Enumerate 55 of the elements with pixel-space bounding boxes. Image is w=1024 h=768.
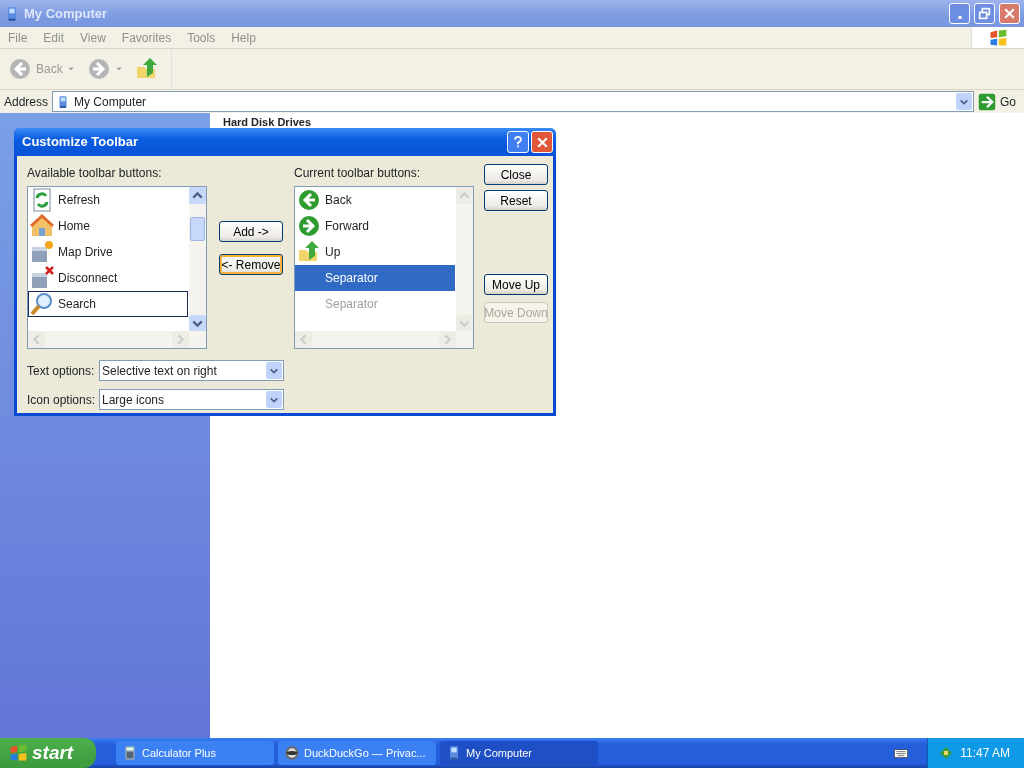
- minimize-button[interactable]: [949, 3, 970, 24]
- clock-text: 11:47 AM: [960, 745, 1010, 762]
- help-icon: [511, 135, 525, 149]
- dropdown-field[interactable]: Large icons: [99, 389, 284, 410]
- list-label: Available toolbar buttons:: [27, 165, 163, 182]
- list-item[interactable]: Home: [28, 213, 188, 239]
- up-folder-icon[interactable]: [134, 57, 159, 81]
- help-button[interactable]: [507, 131, 529, 153]
- dropdown-field[interactable]: Selective text on right: [99, 360, 284, 381]
- list-item[interactable]: Separator: [295, 265, 455, 291]
- list-item[interactable]: Forward: [295, 213, 455, 239]
- network-icon: [938, 745, 955, 761]
- magnifier-icon: [30, 292, 54, 316]
- dialog-button[interactable]: Move Up: [484, 274, 548, 295]
- close-icon: [535, 135, 549, 149]
- list-item[interactable]: Disconnect: [28, 265, 188, 291]
- window-title: My Computer: [24, 4, 109, 23]
- house-icon: [30, 214, 54, 238]
- dialog-button[interactable]: <- Remove: [219, 254, 283, 275]
- windows-logo-icon: [8, 743, 28, 763]
- network-drive-icon: [30, 240, 54, 264]
- calculator-icon: [122, 745, 138, 761]
- dialog-button[interactable]: Close: [484, 164, 548, 185]
- dialog-title: Customize Toolbar: [22, 133, 140, 152]
- list-item[interactable]: Back: [295, 187, 455, 213]
- option-label: Icon options:: [27, 391, 97, 409]
- list-item[interactable]: Map Drive: [28, 239, 188, 265]
- list-item[interactable]: Up: [295, 239, 455, 265]
- round-emblem-icon: [284, 745, 300, 761]
- taskbar-button[interactable]: My Computer: [440, 741, 598, 765]
- list-label: Current toolbar buttons:: [294, 165, 422, 182]
- up-folder-icon: [297, 240, 321, 264]
- go-button[interactable]: Go: [978, 92, 1024, 111]
- dialog-button[interactable]: Add ->: [219, 221, 283, 242]
- taskbar-button[interactable]: DuckDuckGo — Privac...: [278, 741, 436, 765]
- go-arrow-icon: [978, 92, 996, 111]
- dropdown-arrow-icon: [114, 65, 123, 73]
- close-button[interactable]: [999, 3, 1020, 24]
- dialog-button[interactable]: Reset: [484, 190, 548, 211]
- taskbar-button[interactable]: Calculator Plus: [116, 741, 274, 765]
- restore-icon: [978, 7, 991, 20]
- list-item[interactable]: Refresh: [28, 187, 188, 213]
- close-icon: [1003, 7, 1016, 20]
- address-label: Address: [4, 93, 49, 111]
- list-item[interactable]: Search: [28, 291, 188, 317]
- address-field[interactable]: My Computer: [52, 91, 974, 112]
- option-label: Text options:: [27, 362, 96, 380]
- scroll-up-icon: [189, 187, 206, 204]
- dropdown-arrow-icon: [66, 65, 75, 73]
- windows-logo-icon: [988, 27, 1008, 48]
- close-button[interactable]: [531, 131, 553, 153]
- disconnect-drive-icon: [30, 266, 54, 290]
- section-heading: Hard Disk Drives: [223, 117, 312, 128]
- restore-button[interactable]: [974, 3, 995, 24]
- scroll-thumb[interactable]: [190, 217, 205, 241]
